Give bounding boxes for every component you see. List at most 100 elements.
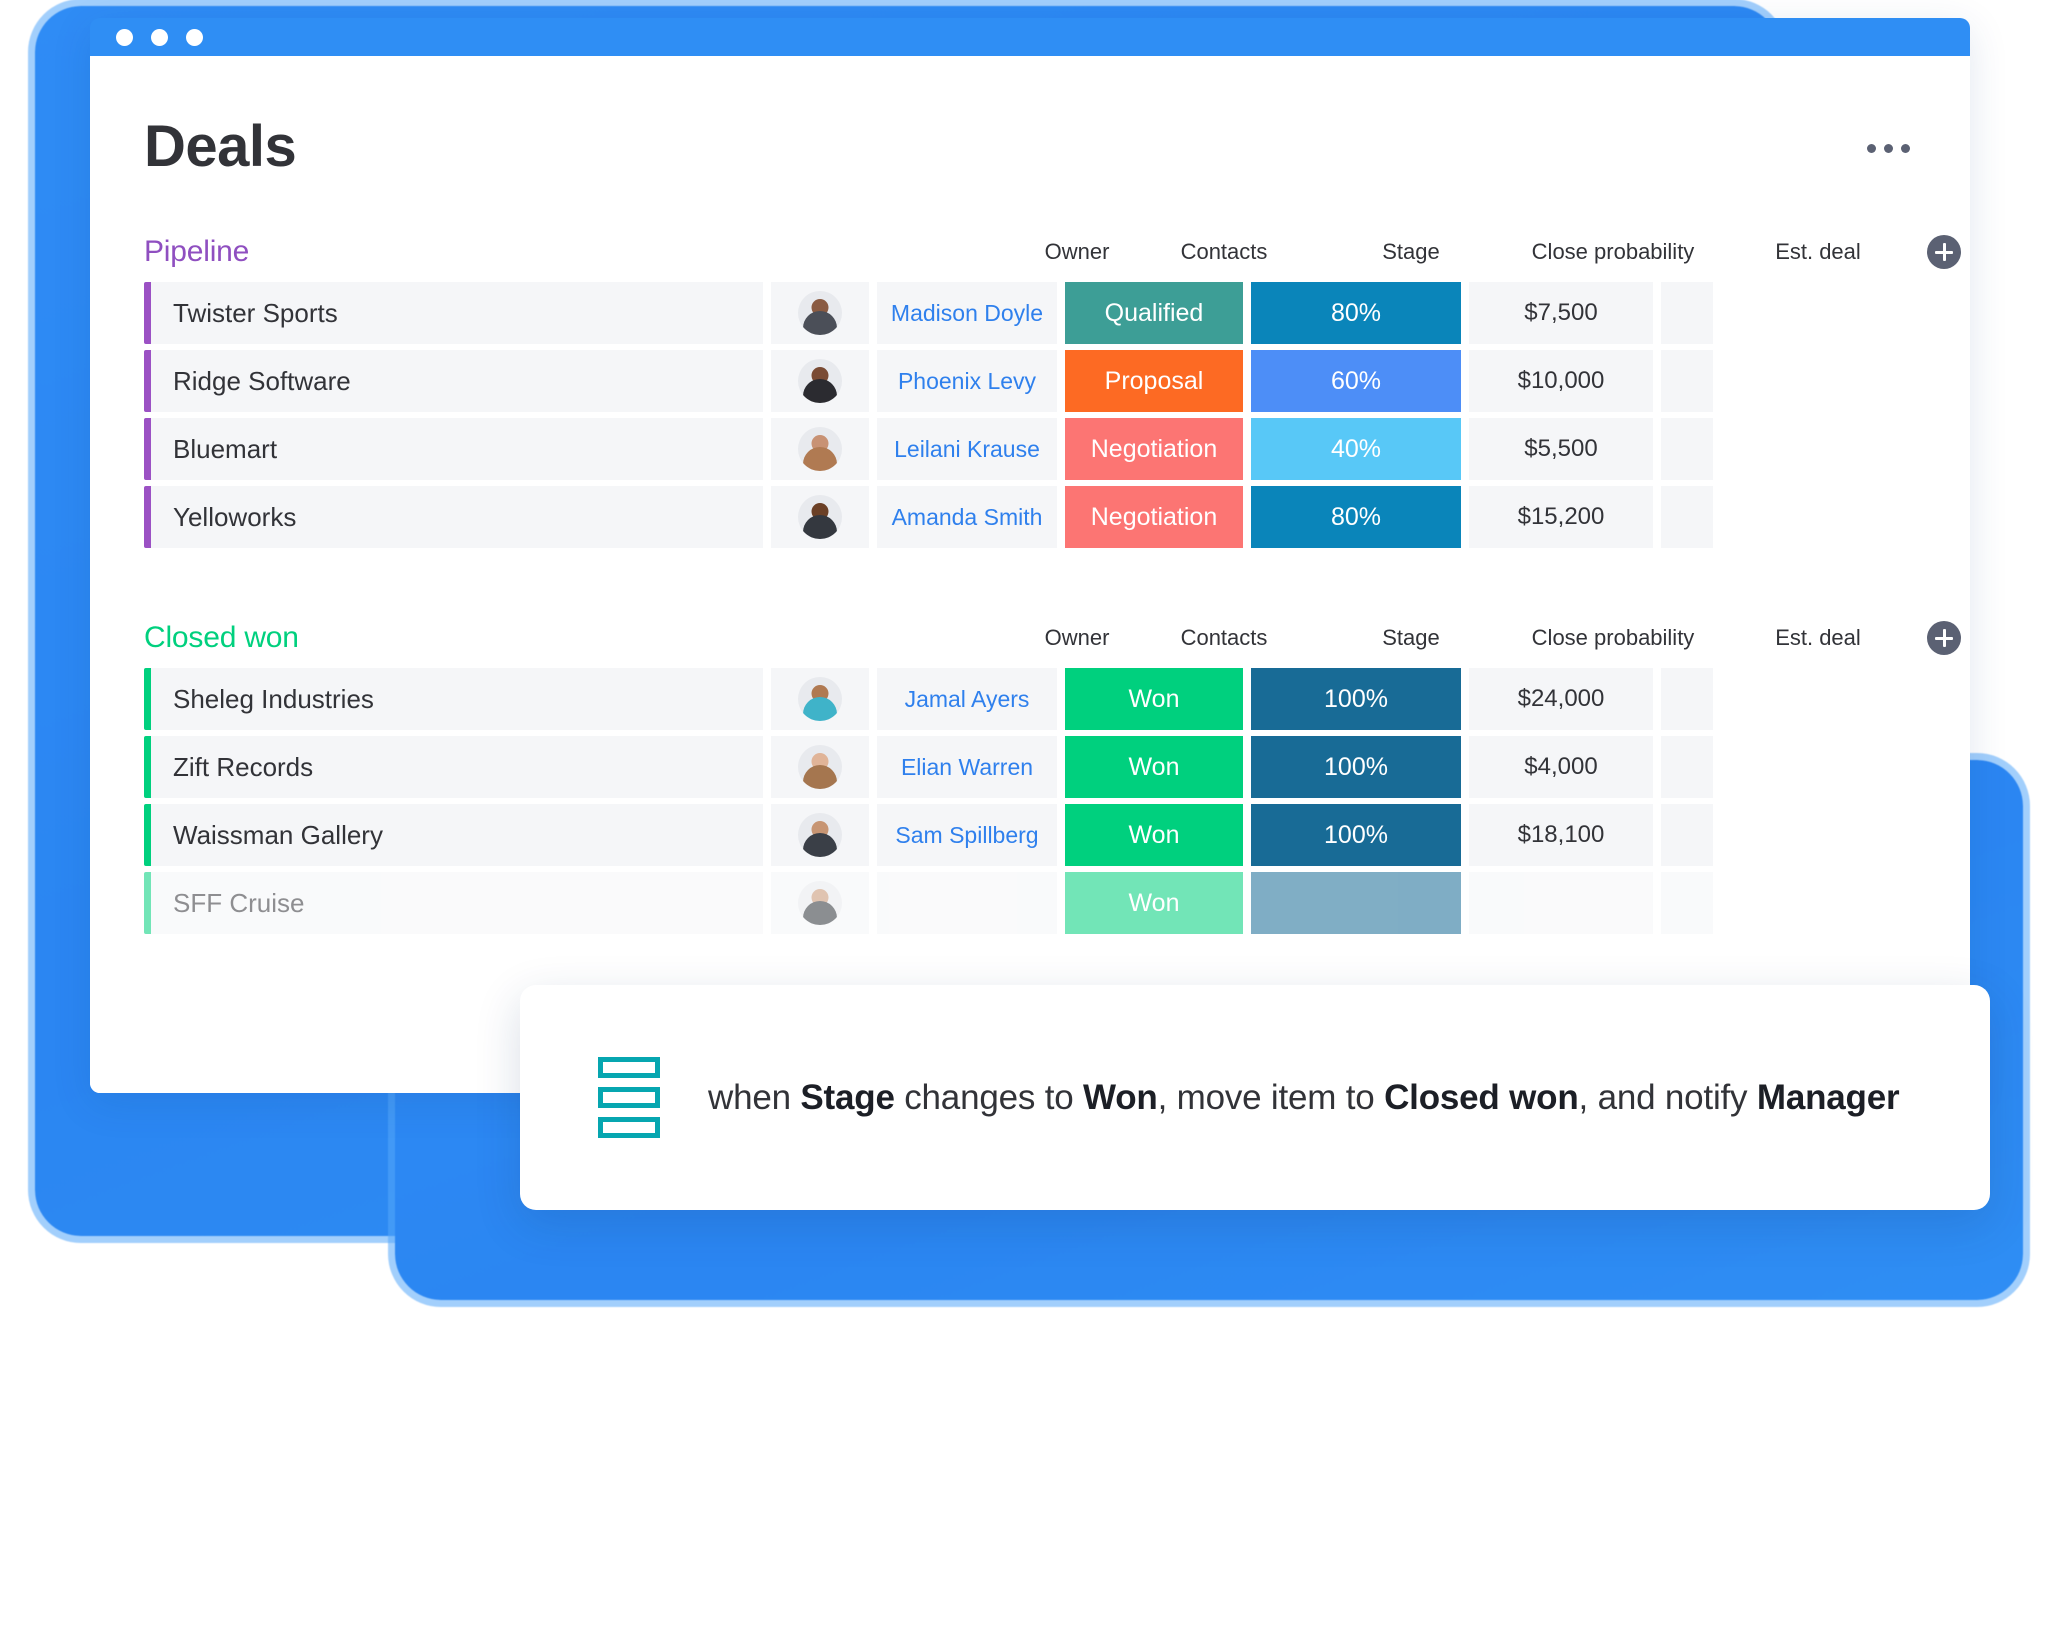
deal-name-cell[interactable]: SFF Cruise xyxy=(151,872,763,934)
row-trailing-cell[interactable] xyxy=(1661,418,1713,480)
table-row[interactable]: SFF Cruise Won xyxy=(144,872,1970,934)
column-header-owner: Owner xyxy=(1044,625,1110,650)
page-header: Deals xyxy=(90,56,1970,176)
group-header-pipeline: Pipeline Owner Contacts Stage Close prob… xyxy=(144,232,1970,272)
owner-cell[interactable] xyxy=(771,418,869,480)
avatar xyxy=(798,813,842,857)
window-dot-minimize-icon[interactable] xyxy=(151,28,168,46)
deal-name-cell[interactable]: Yelloworks xyxy=(151,486,763,548)
automation-recipe-text: when Stage changes to Won, move item to … xyxy=(708,1077,1900,1118)
owner-cell[interactable] xyxy=(771,282,869,344)
row-trailing-cell[interactable] xyxy=(1661,736,1713,798)
stage-cell[interactable]: Qualified xyxy=(1065,282,1243,344)
row-accent-bar xyxy=(144,736,151,798)
contact-cell[interactable]: Madison Doyle xyxy=(877,282,1057,344)
contact-cell[interactable]: Jamal Ayers xyxy=(877,668,1057,730)
table-row[interactable]: Twister Sports Madison Doyle Qualified 80% $… xyxy=(144,282,1970,344)
automation-plain-text: , and notify xyxy=(1578,1077,1757,1117)
deal-name-cell[interactable]: Waissman Gallery xyxy=(151,804,763,866)
contact-cell[interactable]: Amanda Smith xyxy=(877,486,1057,548)
group-header-closed-won: Closed won Owner Contacts Stage Close pr… xyxy=(144,618,1970,658)
close-probability-cell[interactable]: 100% xyxy=(1251,804,1461,866)
table-row[interactable]: Ridge Software Phoenix Levy Proposal 60% $10… xyxy=(144,350,1970,412)
close-probability-cell[interactable]: 100% xyxy=(1251,668,1461,730)
window-titlebar xyxy=(90,18,1970,56)
automation-plain-text: when xyxy=(708,1077,801,1117)
automation-token[interactable]: Manager xyxy=(1757,1078,1900,1117)
table-row[interactable]: Bluemart Leilani Krause Negotiation 40% $5,5… xyxy=(144,418,1970,480)
deal-name-cell[interactable]: Twister Sports xyxy=(151,282,763,344)
window-dot-maximize-icon[interactable] xyxy=(186,28,203,46)
est-deal-cell[interactable]: $15,200 xyxy=(1469,486,1653,548)
column-header-close-probability: Close probability xyxy=(1531,239,1695,264)
row-trailing-cell[interactable] xyxy=(1661,486,1713,548)
stage-cell[interactable]: Won xyxy=(1065,872,1243,934)
automation-token[interactable]: Stage xyxy=(800,1078,895,1117)
contact-cell[interactable]: Phoenix Levy xyxy=(877,350,1057,412)
row-accent-bar xyxy=(144,350,151,412)
automation-icon-bar-1 xyxy=(598,1057,660,1078)
close-probability-cell[interactable]: 60% xyxy=(1251,350,1461,412)
add-column-button-closed-won[interactable] xyxy=(1927,621,1961,655)
column-header-owner: Owner xyxy=(1044,239,1110,264)
close-probability-cell[interactable]: 80% xyxy=(1251,282,1461,344)
close-probability-cell[interactable]: 100% xyxy=(1251,736,1461,798)
owner-cell[interactable] xyxy=(771,872,869,934)
automation-recipe-card[interactable]: when Stage changes to Won, move item to … xyxy=(520,985,1990,1210)
owner-cell[interactable] xyxy=(771,736,869,798)
stage-cell[interactable]: Negotiation xyxy=(1065,486,1243,548)
owner-cell[interactable] xyxy=(771,350,869,412)
group-title-pipeline[interactable]: Pipeline xyxy=(144,235,249,269)
stage-cell[interactable]: Won xyxy=(1065,736,1243,798)
stage-cell[interactable]: Won xyxy=(1065,668,1243,730)
contact-cell[interactable]: Elian Warren xyxy=(877,736,1057,798)
stage-cell[interactable]: Negotiation xyxy=(1065,418,1243,480)
more-options-button[interactable] xyxy=(1867,144,1910,153)
owner-cell[interactable] xyxy=(771,804,869,866)
automation-icon-bar-2 xyxy=(598,1087,660,1108)
row-trailing-cell[interactable] xyxy=(1661,668,1713,730)
row-trailing-cell[interactable] xyxy=(1661,282,1713,344)
contact-cell[interactable] xyxy=(877,872,1057,934)
est-deal-cell[interactable]: $7,500 xyxy=(1469,282,1653,344)
est-deal-cell[interactable]: $18,100 xyxy=(1469,804,1653,866)
table-row[interactable]: Zift Records Elian Warren Won 100% $4,000 xyxy=(144,736,1970,798)
est-deal-cell[interactable]: $5,500 xyxy=(1469,418,1653,480)
add-column-button-pipeline[interactable] xyxy=(1927,235,1961,269)
window-dot-close-icon[interactable] xyxy=(116,28,133,46)
automation-plain-text: , move item to xyxy=(1157,1077,1385,1117)
automation-token[interactable]: Won xyxy=(1083,1078,1158,1117)
table-row[interactable]: Yelloworks Amanda Smith Negotiation 80% $15,… xyxy=(144,486,1970,548)
stage-cell[interactable]: Proposal xyxy=(1065,350,1243,412)
row-accent-bar xyxy=(144,486,151,548)
row-trailing-cell[interactable] xyxy=(1661,350,1713,412)
table-row[interactable]: Waissman Gallery Sam Spillberg Won 100% $18,… xyxy=(144,804,1970,866)
column-header-est-deal: Est. deal xyxy=(1775,625,1861,650)
deal-name-cell[interactable]: Zift Records xyxy=(151,736,763,798)
row-accent-bar xyxy=(144,872,151,934)
deal-name-cell[interactable]: Ridge Software xyxy=(151,350,763,412)
automation-token[interactable]: Closed won xyxy=(1384,1078,1579,1117)
est-deal-cell[interactable]: $4,000 xyxy=(1469,736,1653,798)
group-title-closed-won[interactable]: Closed won xyxy=(144,621,299,655)
est-deal-cell[interactable] xyxy=(1469,872,1653,934)
close-probability-cell[interactable] xyxy=(1251,872,1461,934)
row-trailing-cell[interactable] xyxy=(1661,804,1713,866)
owner-cell[interactable] xyxy=(771,668,869,730)
deal-name-cell[interactable]: Sheleg Industries xyxy=(151,668,763,730)
deal-name-cell[interactable]: Bluemart xyxy=(151,418,763,480)
close-probability-cell[interactable]: 40% xyxy=(1251,418,1461,480)
avatar xyxy=(798,291,842,335)
app-window: Deals Pipeline Owner Contacts Stage Clos… xyxy=(90,18,1970,1093)
contact-cell[interactable]: Leilani Krause xyxy=(877,418,1057,480)
more-dot-2-icon xyxy=(1884,144,1893,153)
est-deal-cell[interactable]: $10,000 xyxy=(1469,350,1653,412)
avatar xyxy=(798,495,842,539)
stage-cell[interactable]: Won xyxy=(1065,804,1243,866)
est-deal-cell[interactable]: $24,000 xyxy=(1469,668,1653,730)
table-row[interactable]: Sheleg Industries Jamal Ayers Won 100% $24,0… xyxy=(144,668,1970,730)
close-probability-cell[interactable]: 80% xyxy=(1251,486,1461,548)
contact-cell[interactable]: Sam Spillberg xyxy=(877,804,1057,866)
owner-cell[interactable] xyxy=(771,486,869,548)
row-trailing-cell[interactable] xyxy=(1661,872,1713,934)
